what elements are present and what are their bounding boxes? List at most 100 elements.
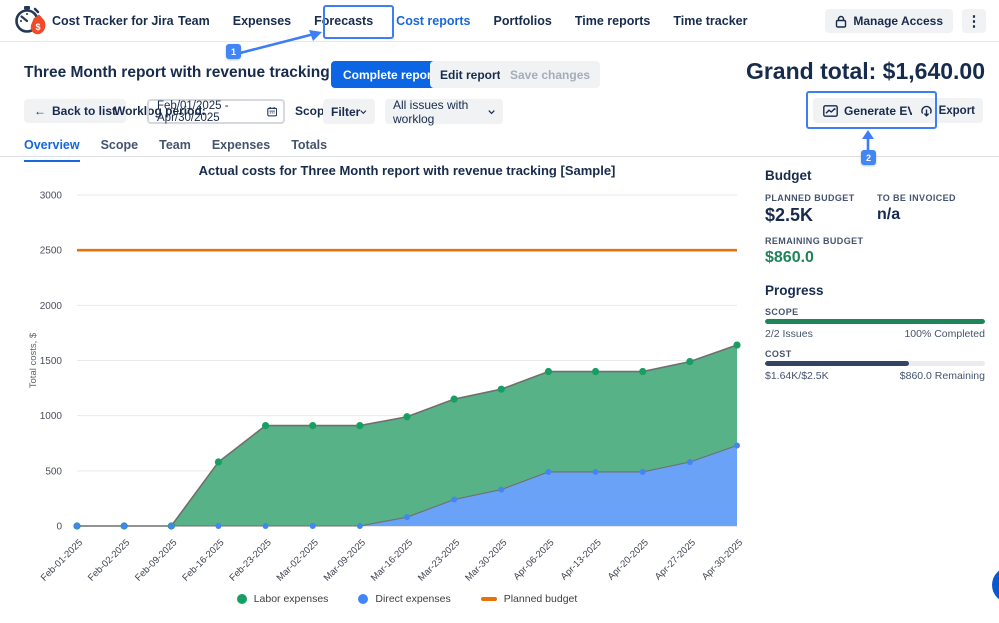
labor-data-point	[733, 341, 740, 348]
back-to-list-label: Back to list	[52, 104, 116, 118]
annotation-arrow-2	[856, 130, 880, 152]
scope-filter-dropdown[interactable]: Filter	[323, 99, 375, 124]
nav-item-portfolios[interactable]: Portfolios	[494, 14, 552, 28]
direct-data-point	[121, 523, 127, 529]
back-to-list-button[interactable]: ← Back to list	[24, 99, 126, 123]
scope-issues-count: 2/2 Issues	[765, 328, 813, 340]
remaining-budget-value: $860.0	[765, 249, 814, 267]
x-axis-tick: Apr-06-2025	[511, 537, 556, 582]
x-axis-tick: Apr-20-2025	[606, 537, 651, 582]
report-tabs: Overview Scope Team Expenses Totals	[24, 138, 327, 162]
more-options-button[interactable]: ⋮	[962, 9, 986, 33]
direct-data-point	[687, 459, 693, 465]
issues-scope-dropdown[interactable]: All issues with worklog	[385, 99, 503, 124]
labor-data-point	[498, 386, 505, 393]
progress-section-title: Progress	[765, 283, 824, 298]
x-axis-tick: Apr-27-2025	[653, 537, 698, 582]
floating-action-button[interactable]	[992, 567, 999, 603]
y-axis-tick: 0	[56, 522, 62, 533]
labor-data-point	[309, 422, 316, 429]
labor-data-point	[403, 413, 410, 420]
x-axis-tick: Feb-16-2025	[180, 537, 226, 583]
legend-label: Planned budget	[504, 593, 578, 605]
labor-data-point	[262, 422, 269, 429]
direct-data-point	[498, 487, 504, 493]
export-label: Export	[939, 105, 975, 117]
tab-scope[interactable]: Scope	[101, 138, 139, 162]
grand-total: Grand total: $1,640.00	[746, 58, 985, 85]
legend-label: Direct expenses	[375, 593, 450, 605]
planned-budget-dash-icon	[481, 597, 497, 601]
direct-data-point	[215, 523, 221, 529]
direct-data-point	[310, 523, 316, 529]
tab-team[interactable]: Team	[159, 138, 191, 162]
legend-item-planned-budget: Planned budget	[481, 593, 578, 605]
direct-data-point	[451, 497, 457, 503]
labor-data-point	[356, 422, 363, 429]
labor-data-point	[686, 358, 693, 365]
direct-data-point	[404, 514, 410, 520]
evm-chart-icon	[823, 105, 838, 117]
calendar-icon	[267, 105, 277, 118]
x-axis-tick: Mar-16-2025	[369, 537, 415, 583]
worklog-period-input[interactable]: Feb/01/2025 - Apr/30/2025	[147, 99, 285, 124]
scope-progress-label: SCOPE	[765, 307, 799, 317]
labor-data-point	[639, 368, 646, 375]
nav-item-cost-reports[interactable]: Cost reports	[396, 14, 470, 28]
labor-data-point	[592, 368, 599, 375]
x-axis-tick: Mar-23-2025	[416, 537, 462, 583]
annotation-step-2-badge: 2	[861, 150, 876, 165]
scope-progress-bar	[765, 319, 985, 324]
tab-overview[interactable]: Overview	[24, 138, 80, 162]
budget-section-title: Budget	[765, 168, 812, 183]
x-axis-tick: Apr-30-2025	[700, 537, 745, 582]
legend-item-direct-expenses: Direct expenses	[358, 593, 450, 605]
chevron-down-icon	[488, 109, 495, 115]
nav-item-time-tracker[interactable]: Time tracker	[673, 14, 747, 28]
labor-data-point	[451, 396, 458, 403]
to-be-invoiced-label: TO BE INVOICED	[877, 193, 956, 203]
direct-data-point	[168, 523, 174, 529]
scope-filter-value: Filter	[331, 105, 360, 119]
scope-completed-percent: 100% Completed	[904, 328, 985, 340]
worklog-period-value: Feb/01/2025 - Apr/30/2025	[157, 100, 267, 124]
app-brand-name: Cost Tracker for Jira	[52, 14, 174, 28]
x-axis-tick: Apr-13-2025	[559, 537, 604, 582]
x-axis-tick: Feb-01-2025	[39, 537, 85, 583]
direct-data-point	[640, 469, 646, 475]
nav-item-forecasts[interactable]: Forecasts	[314, 14, 373, 28]
issues-scope-value: All issues with worklog	[393, 98, 488, 126]
header-divider	[0, 41, 999, 42]
top-nav-bar: $ Cost Tracker for Jira Team Expenses Fore…	[0, 0, 999, 41]
labor-data-point	[545, 368, 552, 375]
legend-item-labor-expenses: Labor expenses	[237, 593, 329, 605]
nav-item-time-reports[interactable]: Time reports	[575, 14, 651, 28]
labor-data-point	[215, 458, 222, 465]
main-nav: Team Expenses Forecasts Cost reports Portfol…	[178, 0, 747, 41]
tab-totals[interactable]: Totals	[291, 138, 327, 162]
export-button[interactable]: Export	[912, 98, 983, 123]
to-be-invoiced-value: n/a	[877, 206, 900, 224]
y-axis-tick: 1500	[40, 356, 63, 367]
y-axis-label: Total costs, $	[28, 332, 39, 388]
tabs-divider	[0, 156, 999, 157]
y-axis-tick: 1000	[40, 411, 63, 422]
x-axis-tick: Mar-02-2025	[275, 537, 321, 583]
lock-icon	[835, 15, 847, 28]
actual-costs-chart: 050010001500200025003000Total costs, $Fe…	[0, 160, 760, 600]
cost-tracker-logo-icon: $	[12, 5, 46, 38]
edit-report-button[interactable]: Edit report	[430, 61, 511, 88]
svg-text:$: $	[35, 22, 40, 32]
y-axis-tick: 2500	[40, 246, 63, 257]
direct-data-point	[263, 523, 269, 529]
nav-item-team[interactable]: Team	[178, 14, 210, 28]
cost-progress-label: COST	[765, 349, 792, 359]
planned-budget-label: PLANNED BUDGET	[765, 193, 855, 203]
nav-item-expenses[interactable]: Expenses	[233, 14, 291, 28]
x-axis-tick: Mar-09-2025	[322, 537, 368, 583]
manage-access-button[interactable]: Manage Access	[825, 9, 953, 33]
chart-legend: Labor expenses Direct expenses Planned bud…	[77, 593, 737, 605]
direct-data-point	[593, 469, 599, 475]
tab-expenses[interactable]: Expenses	[212, 138, 270, 162]
manage-access-label: Manage Access	[853, 14, 943, 28]
